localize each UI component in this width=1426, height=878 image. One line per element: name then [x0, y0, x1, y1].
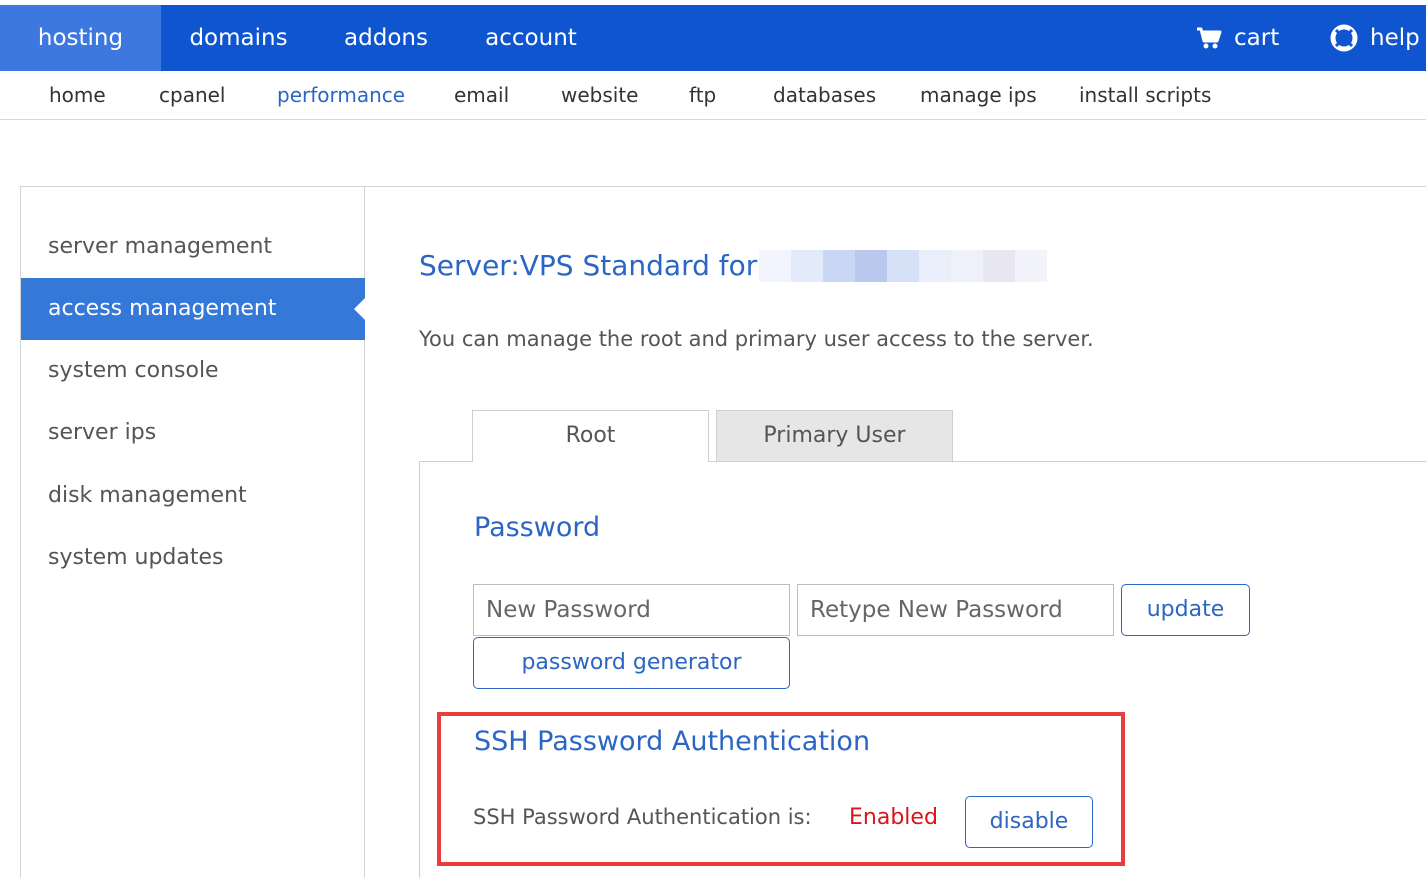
subnav-cpanel[interactable]: cpanel: [159, 71, 225, 119]
nav-tab-domains[interactable]: domains: [161, 5, 316, 71]
subnav-install-scripts[interactable]: install scripts: [1079, 71, 1211, 119]
redacted-server-name: [759, 249, 1048, 282]
lifebuoy-icon: [1330, 24, 1358, 52]
subnav-manage-ips[interactable]: manage ips: [920, 71, 1037, 119]
ssh-heading: SSH Password Authentication: [474, 726, 871, 757]
subnav-email[interactable]: email: [454, 71, 509, 119]
cart-label: cart: [1234, 25, 1280, 51]
new-password-input[interactable]: [473, 584, 790, 636]
subnav-home[interactable]: home: [49, 71, 106, 119]
ssh-status-badge: Enabled: [849, 805, 938, 830]
sidebar-item-disk-management[interactable]: disk management: [21, 465, 365, 527]
server-title-text: Server:VPS Standard for: [419, 249, 758, 282]
retype-password-input[interactable]: [797, 584, 1114, 636]
cart-link[interactable]: cart: [1196, 5, 1279, 71]
password-heading: Password: [474, 512, 601, 543]
nav-tab-hosting[interactable]: hosting: [0, 5, 161, 71]
sidebar-item-access-management[interactable]: access management: [21, 278, 365, 340]
subnav-databases[interactable]: databases: [773, 71, 876, 119]
update-button[interactable]: update: [1121, 584, 1250, 636]
password-generator-button[interactable]: password generator: [473, 637, 790, 689]
page-title: Server:VPS Standard for: [419, 249, 1048, 282]
tab-primary-user[interactable]: Primary User: [716, 410, 953, 461]
main-panel: server management access management syst…: [20, 186, 1426, 878]
sidebar-item-system-updates[interactable]: system updates: [21, 527, 365, 589]
intro-text: You can manage the root and primary user…: [419, 327, 1094, 351]
ssh-status-label: SSH Password Authentication is:: [473, 805, 812, 829]
sidebar: server management access management syst…: [21, 187, 365, 878]
tab-root[interactable]: Root: [472, 410, 709, 462]
nav-tab-account[interactable]: account: [456, 5, 606, 71]
subnav-ftp[interactable]: ftp: [689, 71, 716, 119]
nav-tab-addons[interactable]: addons: [316, 5, 456, 71]
cart-icon: [1196, 26, 1222, 50]
top-nav: hosting domains addons account cart help: [0, 5, 1426, 71]
disable-button[interactable]: disable: [965, 796, 1093, 848]
sidebar-item-server-management[interactable]: server management: [21, 216, 365, 278]
sidebar-item-server-ips[interactable]: server ips: [21, 402, 365, 464]
subnav-website[interactable]: website: [561, 71, 638, 119]
help-link[interactable]: help: [1330, 5, 1420, 71]
sidebar-item-system-console[interactable]: system console: [21, 340, 365, 402]
sub-nav: home cpanel performance email website ft…: [0, 71, 1426, 120]
subnav-performance[interactable]: performance: [277, 71, 405, 119]
help-label: help: [1370, 25, 1420, 51]
